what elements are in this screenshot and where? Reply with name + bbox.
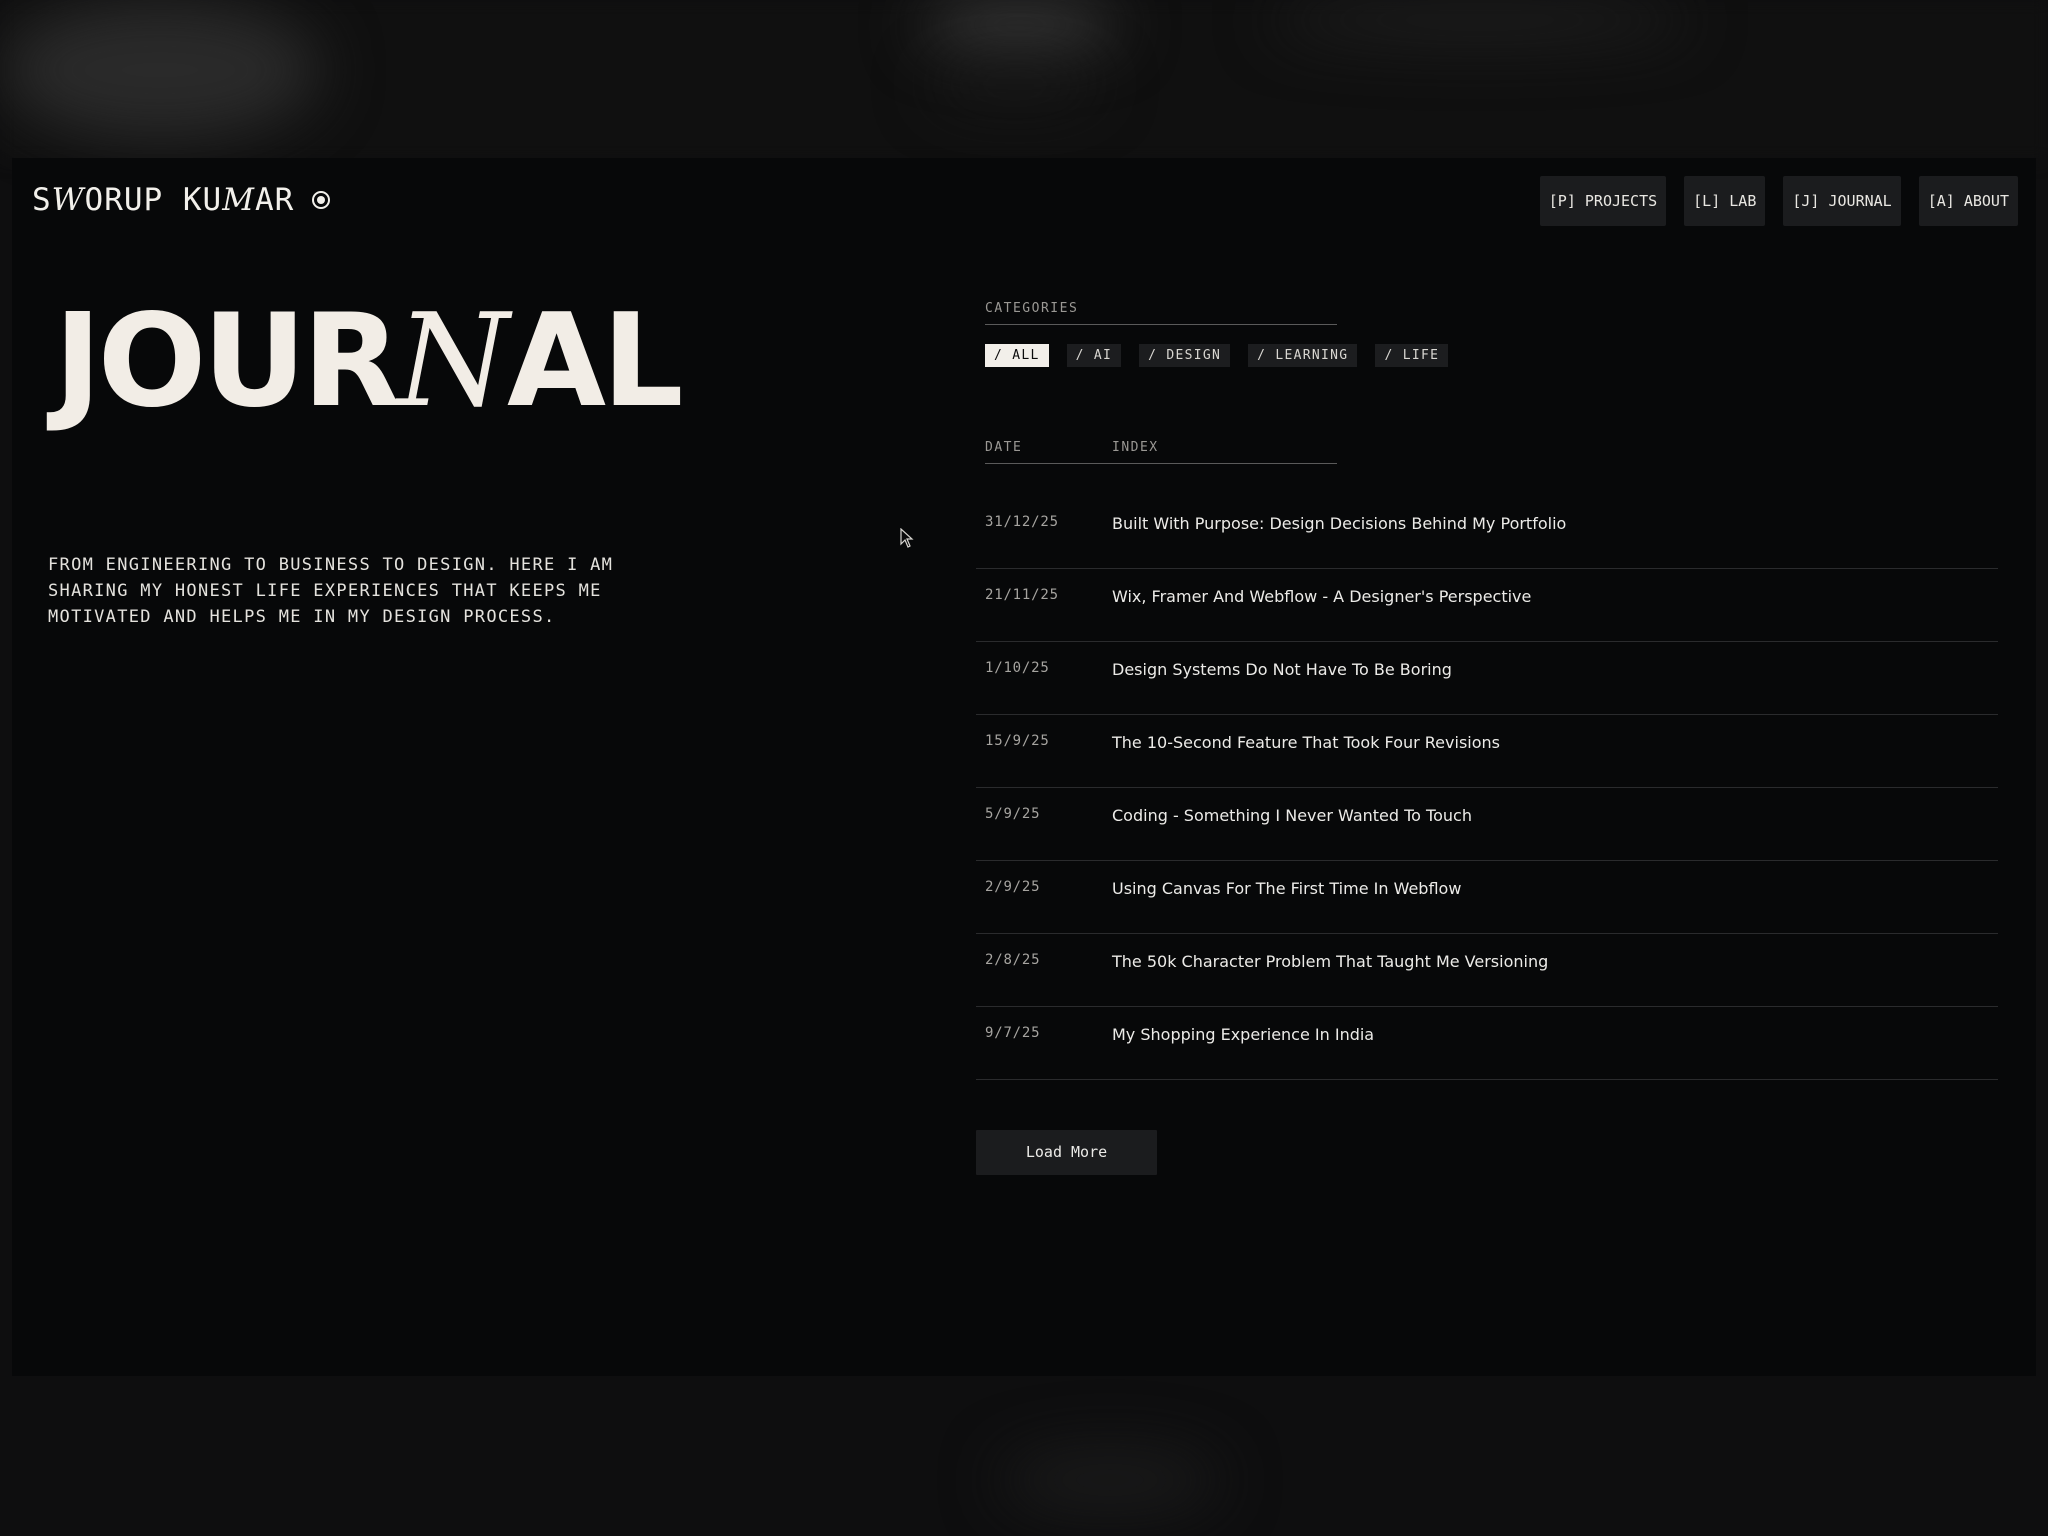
record-dot-icon	[312, 191, 331, 209]
journal-entry[interactable]: 2/8/25 The 50k Character Problem That Ta…	[976, 934, 1998, 1007]
entry-title[interactable]: Wix, Framer And Webflow - A Designer's P…	[1112, 587, 1531, 606]
entry-title[interactable]: The 10-Second Feature That Took Four Rev…	[1112, 733, 1500, 752]
category-chip-learning[interactable]: / LEARNING	[1248, 344, 1358, 367]
entry-date: 2/9/25	[985, 879, 1041, 895]
journal-entry[interactable]: 9/7/25 My Shopping Experience In India	[976, 1007, 1998, 1080]
logo-text: AR	[254, 182, 295, 218]
entry-title[interactable]: Using Canvas For The First Time In Webfl…	[1112, 879, 1461, 898]
logo-text: S	[32, 182, 52, 218]
main-nav: [P] PROJECTS [L] LAB [J] JOURNAL [A] ABO…	[1539, 176, 2018, 226]
nav-projects-button[interactable]: [P] PROJECTS	[1539, 176, 1667, 226]
entry-title[interactable]: Built With Purpose: Design Decisions Beh…	[1112, 514, 1566, 533]
category-chip-all[interactable]: / ALL	[985, 344, 1049, 367]
index-column-header: INDEX	[1112, 440, 1159, 455]
mouse-pointer-icon	[900, 528, 914, 548]
journal-list: 31/12/25 Built With Purpose: Design Deci…	[976, 496, 1998, 1080]
logo-text: ORUP KU	[84, 182, 223, 218]
nav-journal-button[interactable]: [J] JOURNAL	[1783, 176, 1901, 226]
background-blur-shape	[0, 0, 320, 140]
background-blur-shape	[1000, 1450, 1220, 1510]
background-blur-shape	[920, 0, 1120, 50]
nav-lab-button[interactable]: [L] LAB	[1684, 176, 1766, 226]
category-chip-life[interactable]: / LIFE	[1375, 344, 1449, 367]
page-title-text: AL	[506, 287, 684, 436]
background-blur-shape	[930, 70, 1100, 100]
entry-date: 31/12/25	[985, 514, 1059, 530]
entry-title[interactable]: Design Systems Do Not Have To Be Boring	[1112, 660, 1452, 679]
category-chip-ai[interactable]: / AI	[1066, 344, 1122, 367]
entry-title[interactable]: Coding - Something I Never Wanted To Tou…	[1112, 806, 1472, 825]
page-title: JOURNAL	[54, 298, 684, 426]
page-title-text: JOUR	[54, 287, 401, 436]
journal-page: S W ORUP KU M AR [P] PROJECTS [L] LAB [J] JO…	[12, 158, 2036, 1376]
background-blur-shape	[1270, 0, 1690, 40]
entry-date: 21/11/25	[985, 587, 1059, 603]
list-header: DATE INDEX	[985, 440, 1337, 464]
nav-about-button[interactable]: [A] ABOUT	[1918, 176, 2018, 226]
logo-text-italic: M	[222, 182, 255, 218]
entry-date: 1/10/25	[985, 660, 1050, 676]
journal-entry[interactable]: 5/9/25 Coding - Something I Never Wanted…	[976, 788, 1998, 861]
logo-text-italic: W	[51, 182, 85, 218]
categories-label: CATEGORIES	[985, 301, 1337, 325]
entry-date: 15/9/25	[985, 733, 1050, 749]
entry-date: 9/7/25	[985, 1025, 1041, 1041]
entry-title[interactable]: The 50k Character Problem That Taught Me…	[1112, 952, 1548, 971]
journal-entry[interactable]: 2/9/25 Using Canvas For The First Time I…	[976, 861, 1998, 934]
journal-entry[interactable]: 15/9/25 The 10-Second Feature That Took …	[976, 715, 1998, 788]
entry-date: 5/9/25	[985, 806, 1041, 822]
date-column-header: DATE	[985, 440, 1023, 455]
entry-date: 2/8/25	[985, 952, 1041, 968]
journal-entry[interactable]: 21/11/25 Wix, Framer And Webflow - A Des…	[976, 569, 1998, 642]
page-title-italic: N	[396, 287, 509, 436]
category-filters: / ALL / AI / DESIGN / LEARNING / LIFE	[985, 344, 1449, 367]
load-more-button[interactable]: Load More	[976, 1130, 1157, 1175]
entry-title[interactable]: My Shopping Experience In India	[1112, 1025, 1374, 1044]
site-logo[interactable]: S W ORUP KU M AR	[32, 182, 331, 218]
journal-entry[interactable]: 31/12/25 Built With Purpose: Design Deci…	[976, 496, 1998, 569]
journal-entry[interactable]: 1/10/25 Design Systems Do Not Have To Be…	[976, 642, 1998, 715]
intro-text: FROM ENGINEERING TO BUSINESS TO DESIGN. …	[48, 555, 614, 627]
category-chip-design[interactable]: / DESIGN	[1139, 344, 1231, 367]
